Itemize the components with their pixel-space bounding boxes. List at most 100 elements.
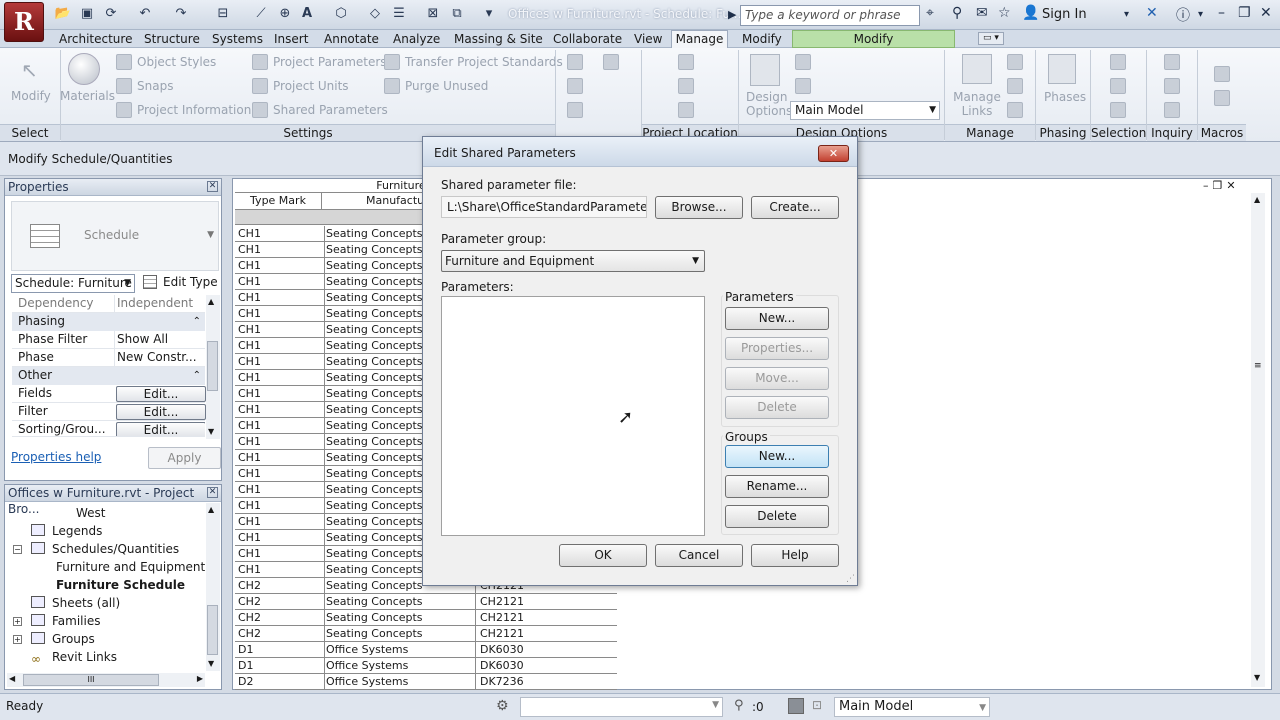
tree-item-sheets[interactable]: Sheets (all) xyxy=(52,595,120,611)
tab-view[interactable]: View xyxy=(634,31,662,47)
section-icon[interactable]: ◇ xyxy=(366,5,384,23)
manage-links-button[interactable]: Manage Links xyxy=(952,90,1002,118)
cell-type-mark[interactable]: CH1 xyxy=(238,402,261,417)
cell-type-mark[interactable]: D1 xyxy=(238,642,253,657)
panel-title-selection[interactable]: Selection xyxy=(1091,124,1146,141)
panel-title-select[interactable]: Select xyxy=(0,124,60,141)
cell-type-mark[interactable]: CH1 xyxy=(238,274,261,289)
tab-analyze[interactable]: Analyze xyxy=(393,31,440,47)
new-parameter-button[interactable]: New... xyxy=(725,307,829,330)
tab-structure[interactable]: Structure xyxy=(144,31,200,47)
snaps-button[interactable]: Snaps xyxy=(137,79,173,93)
decal-types-icon[interactable] xyxy=(1007,102,1023,118)
coordinates-icon[interactable] xyxy=(678,54,694,70)
scroll-thumb[interactable]: ≡ xyxy=(1254,361,1262,371)
cell-type-mark[interactable]: CH1 xyxy=(238,290,261,305)
tree-item-groups[interactable]: Groups xyxy=(52,631,95,647)
purge-unused-button[interactable]: Purge Unused xyxy=(405,79,488,93)
cell-type-mark[interactable]: CH1 xyxy=(238,466,261,481)
3d-view-icon[interactable]: ⬡ xyxy=(332,5,350,23)
cell-type-mark[interactable]: CH1 xyxy=(238,418,261,433)
starting-view-icon[interactable] xyxy=(1007,78,1023,94)
panel-title-manage-project[interactable]: Manage Project xyxy=(945,124,1035,157)
cell-model[interactable]: CH2121 xyxy=(475,594,617,610)
minimize-icon[interactable]: – xyxy=(1218,5,1225,21)
restore-icon[interactable]: ❐ xyxy=(1238,5,1251,21)
cell-type-mark[interactable]: CH2 xyxy=(238,610,261,625)
properties-help-link[interactable]: Properties help xyxy=(11,450,101,464)
measure-icon[interactable]: ⊟ xyxy=(214,5,232,23)
shared-parameters-button[interactable]: Shared Parameters xyxy=(273,103,388,117)
cell-type-mark[interactable]: CH2 xyxy=(238,626,261,641)
editable-only-icon[interactable] xyxy=(788,698,804,714)
group-other[interactable]: Other ⌃ xyxy=(12,367,205,385)
panel-title-macros[interactable]: Macros xyxy=(1198,124,1246,141)
location-icon[interactable] xyxy=(603,54,619,70)
cell-type-mark[interactable]: CH1 xyxy=(238,450,261,465)
cell-manufacturer[interactable]: Seating Concepts xyxy=(324,610,474,626)
cell-type-mark[interactable]: CH1 xyxy=(238,482,261,497)
tab-massing-site[interactable]: Massing & Site xyxy=(454,31,543,47)
materials-button[interactable]: Materials xyxy=(60,89,115,103)
cell-type-mark[interactable]: CH1 xyxy=(238,514,261,529)
panel-icon-3[interactable] xyxy=(567,102,583,118)
group-phasing[interactable]: Phasing ⌃ xyxy=(12,313,205,331)
save-selection-icon[interactable] xyxy=(1110,54,1126,70)
cell-type-mark[interactable]: CH1 xyxy=(238,306,261,321)
exchange-apps-icon[interactable]: ✕ xyxy=(1146,5,1158,21)
cell-type-mark[interactable]: CH1 xyxy=(238,322,261,337)
cell-type-mark[interactable]: CH2 xyxy=(238,578,261,593)
parameter-group-select[interactable]: Furniture and Equipment ▼ xyxy=(441,250,705,272)
design-option-status-select[interactable]: Main Model ▼ xyxy=(834,697,990,717)
macro-manager-icon[interactable] xyxy=(1214,66,1230,82)
dialog-close-button[interactable]: ✕ xyxy=(818,145,849,162)
rename-group-button[interactable]: Rename... xyxy=(725,475,829,498)
table-row[interactable]: D1 Office Systems DK6030 xyxy=(235,658,617,674)
edit-selection-icon[interactable] xyxy=(1110,102,1126,118)
communication-icon[interactable]: ✉ xyxy=(976,5,988,21)
tab-modify[interactable]: Modify xyxy=(742,31,782,47)
cell-type-mark[interactable]: CH1 xyxy=(238,562,261,577)
cell-type-mark[interactable]: CH1 xyxy=(238,386,261,401)
scroll-thumb[interactable] xyxy=(207,341,218,391)
tab-insert[interactable]: Insert xyxy=(274,31,308,47)
add-to-set-icon[interactable] xyxy=(795,78,811,94)
browser-scrollbar[interactable]: ▲ ▼ xyxy=(206,503,220,671)
cell-type-mark[interactable]: CH2 xyxy=(238,594,261,609)
close-icon[interactable]: ✕ xyxy=(207,181,218,192)
tree-item-legends[interactable]: Legends xyxy=(52,523,102,539)
cell-model[interactable]: CH2121 xyxy=(475,610,617,626)
transfer-project-standards-button[interactable]: Transfer Project Standards xyxy=(405,55,563,69)
tree-item-furniture-equipment-schedule[interactable]: Furniture and Equipment Sch xyxy=(56,559,206,575)
tab-modify-schedule-quantities[interactable]: Modify Schedule/Quantities xyxy=(792,30,955,62)
scroll-up-icon[interactable]: ▲ xyxy=(1254,195,1260,204)
expand-icon[interactable]: + xyxy=(13,617,22,626)
scroll-down-icon[interactable]: ▼ xyxy=(208,427,214,436)
parameters-list[interactable]: ➚ xyxy=(441,296,705,536)
table-row[interactable]: D2 Office Systems DK7236 xyxy=(235,674,617,690)
save-icon[interactable]: ▣ xyxy=(78,5,96,23)
move-parameter-button[interactable]: Move... xyxy=(725,367,829,390)
prop-row-phase-filter[interactable]: Phase Filter Show All xyxy=(12,331,205,349)
tab-architecture[interactable]: Architecture xyxy=(59,31,132,47)
collapse-icon[interactable]: − xyxy=(13,545,22,554)
resize-grip-icon[interactable]: ⋰ xyxy=(846,574,855,584)
expand-arrow-icon[interactable]: ▶ xyxy=(728,8,736,21)
tab-systems[interactable]: Systems xyxy=(212,31,263,47)
design-options-button[interactable]: Design Options xyxy=(746,90,792,118)
properties-scrollbar[interactable]: ▲ ▼ xyxy=(206,295,220,439)
close-icon[interactable]: ✕ xyxy=(207,487,218,498)
cell-type-mark[interactable]: CH1 xyxy=(238,530,261,545)
redo-icon[interactable]: ↷ xyxy=(172,5,190,23)
cell-type-mark[interactable]: D1 xyxy=(238,658,253,673)
panel-title-phasing[interactable]: Phasing xyxy=(1036,124,1090,141)
macro-security-icon[interactable] xyxy=(1214,90,1230,106)
help-button[interactable]: Help xyxy=(751,544,839,567)
prop-row-phase[interactable]: Phase New Constr... xyxy=(12,349,205,367)
user-icon[interactable]: 👤 xyxy=(1022,5,1039,21)
scroll-up-icon[interactable]: ▲ xyxy=(208,297,214,306)
sorting-edit-button[interactable]: Edit... xyxy=(116,422,205,436)
cell-manufacturer[interactable]: Seating Concepts xyxy=(324,626,474,642)
help-dropdown-icon[interactable]: ▾ xyxy=(1198,9,1203,20)
position-icon[interactable] xyxy=(678,78,694,94)
